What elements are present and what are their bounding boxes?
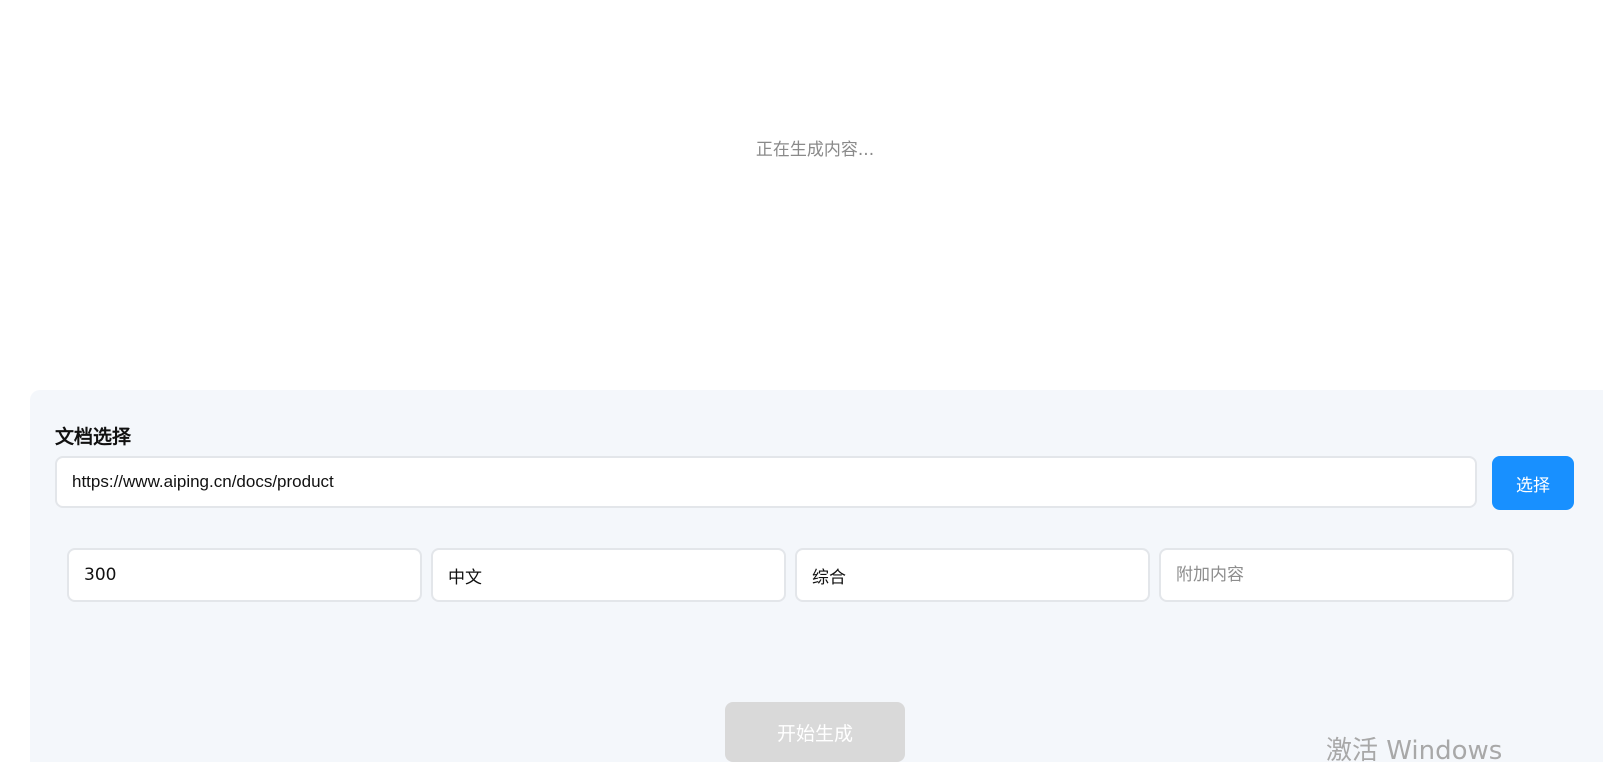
style-select[interactable] (795, 548, 1150, 602)
windows-activation-watermark: 激活 Windows (1326, 736, 1503, 762)
document-selection-title: 文档选择 (55, 426, 132, 448)
document-options-panel: 文档选择 选择 开始生成 (30, 390, 1603, 762)
word-count-input[interactable] (67, 548, 422, 602)
page-root: 正在生成内容... 文档选择 选择 开始生成 激活 Windows (0, 0, 1603, 762)
extra-content-input[interactable] (1159, 548, 1514, 602)
loading-status-text: 正在生成内容... (755, 140, 875, 160)
start-generation-button[interactable]: 开始生成 (725, 702, 905, 762)
select-document-button[interactable]: 选择 (1492, 456, 1574, 510)
language-select[interactable] (431, 548, 786, 602)
document-url-input[interactable] (55, 456, 1477, 508)
